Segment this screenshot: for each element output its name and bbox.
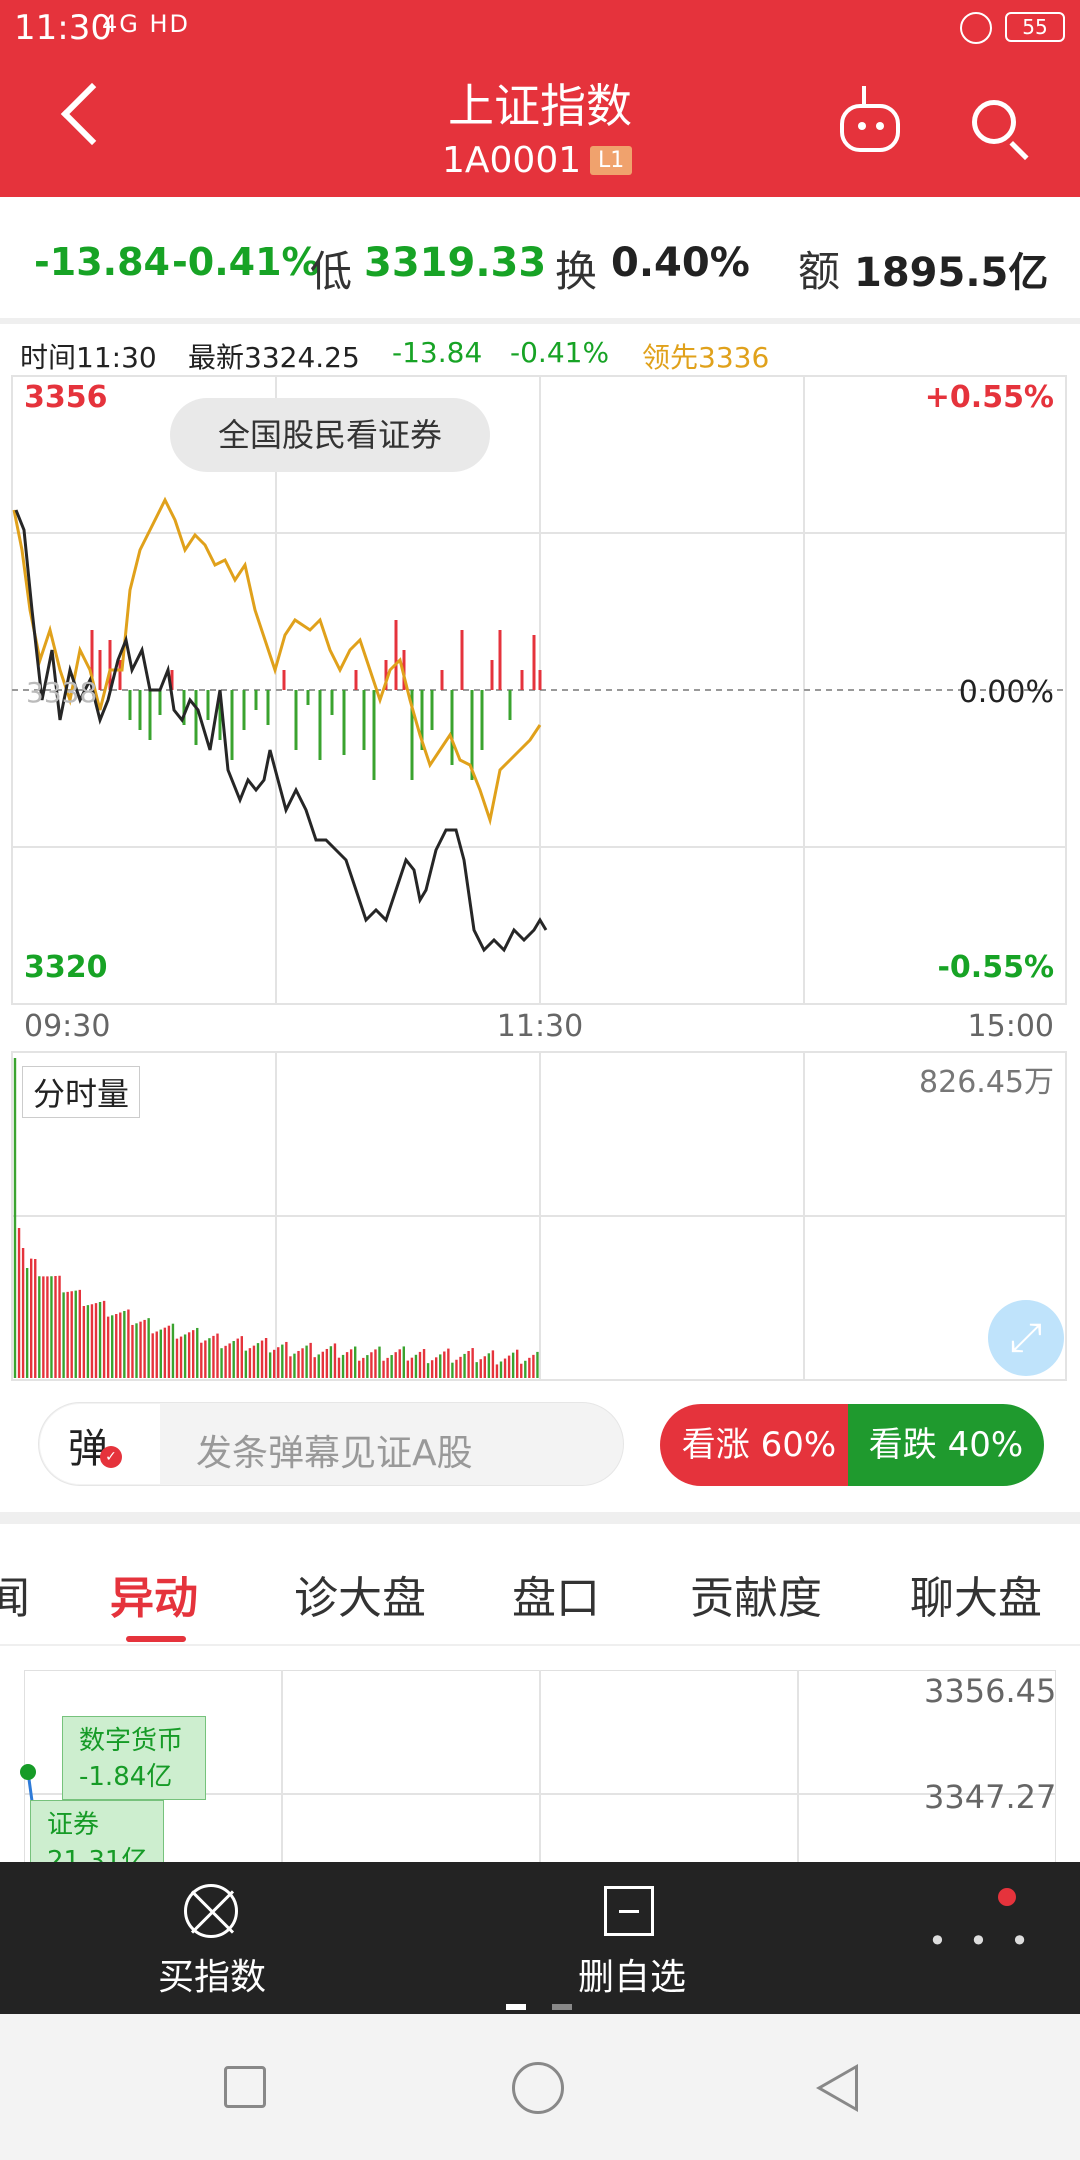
tag-name: 证券: [47, 1810, 100, 1840]
expand-icon[interactable]: ⤢: [988, 1300, 1064, 1376]
pct-mid-label: 0.00%: [959, 675, 1054, 710]
index-code: 1A0001: [442, 140, 582, 181]
lock-icon: [960, 12, 992, 44]
remove-watchlist-button[interactable]: 删自选: [578, 1948, 686, 2000]
tag-name: 数字货币: [79, 1726, 184, 1756]
quote-change: -13.84: [34, 240, 170, 284]
movement-value-mid: 3347.27: [924, 1778, 1057, 1816]
danmu-char: 弹: [68, 1426, 108, 1472]
volume-label: 分时量: [22, 1066, 141, 1118]
divider: [0, 1644, 1080, 1646]
x-label-noon: 11:30: [497, 1009, 583, 1040]
tab-movement[interactable]: 异动: [110, 1562, 198, 1626]
tab-news[interactable]: 闻: [0, 1562, 30, 1626]
lead-bars: [90, 620, 542, 780]
signal-icon: 4G HD: [102, 10, 191, 38]
divider: [0, 318, 1080, 324]
remove-watchlist-icon[interactable]: [604, 1886, 654, 1936]
pct-low-label: -0.55%: [937, 950, 1054, 985]
check-icon: ✓: [100, 1446, 122, 1468]
index-line: [14, 509, 548, 953]
tab-orderbook[interactable]: 盘口: [512, 1562, 600, 1626]
tab-discussion[interactable]: 聊大盘: [910, 1562, 1042, 1626]
more-button[interactable]: • • •: [928, 1922, 1035, 1960]
tab-contribution[interactable]: 贡献度: [690, 1562, 822, 1626]
turnover-label: 换: [555, 247, 598, 296]
low-label: 低: [310, 247, 353, 296]
search-icon[interactable]: [972, 100, 1016, 144]
amount-value: 1895.5亿: [854, 250, 1049, 296]
promo-pill[interactable]: 全国股民看证券: [170, 398, 490, 472]
volume-chart: 826.45万: [11, 1051, 1067, 1381]
robot-icon[interactable]: [840, 86, 900, 152]
quote-change-pct: -0.41%: [172, 240, 320, 284]
y-low-label: 3320: [24, 950, 108, 985]
recent-apps-icon[interactable]: [224, 2066, 266, 2108]
amount-label: 额: [798, 247, 841, 296]
battery-icon: 55: [1005, 12, 1065, 42]
info-change: -13.84: [392, 336, 483, 369]
page-indicator-active: [506, 2004, 526, 2010]
turnover-value: 0.40%: [611, 240, 750, 286]
danmu-placeholder: 发条弹幕见证A股: [196, 1433, 473, 1474]
y-mid-label: 3338: [26, 676, 97, 709]
intraday-price-chart[interactable]: 3356 3320 3338 +0.55% 0.00% -0.55% 09:30…: [0, 370, 1080, 1040]
buy-index-button[interactable]: 买指数: [158, 1948, 266, 2000]
buy-index-icon[interactable]: [184, 1884, 238, 1938]
info-change-pct: -0.41%: [510, 336, 610, 369]
pct-high-label: +0.55%: [925, 380, 1054, 415]
tag-value: -1.84亿: [79, 1762, 173, 1792]
status-time: 11:30: [14, 8, 112, 48]
page-title: 上证指数: [448, 79, 632, 133]
divider: [0, 1512, 1080, 1524]
page-indicator: [552, 2004, 572, 2010]
level-badge: L1: [590, 146, 633, 175]
x-label-open: 09:30: [24, 1009, 110, 1040]
movement-value-top: 3356.45: [924, 1672, 1057, 1710]
sector-tag-digital-currency[interactable]: 数字货币 -1.84亿: [62, 1716, 206, 1800]
bull-vote-button[interactable]: 看涨 60%: [660, 1404, 858, 1486]
active-tab-indicator: [126, 1636, 186, 1642]
low-value: 3319.33: [364, 240, 547, 286]
notification-dot: [998, 1888, 1016, 1906]
home-icon[interactable]: [512, 2062, 564, 2114]
volume-max-label: 826.45万: [919, 1065, 1054, 1100]
tab-diagnosis[interactable]: 诊大盘: [294, 1562, 426, 1626]
y-high-label: 3356: [24, 380, 108, 415]
bear-vote-button[interactable]: 看跌 40%: [848, 1404, 1044, 1486]
x-label-close: 15:00: [968, 1009, 1054, 1040]
sector-tag-securities[interactable]: 证券 21.31亿: [30, 1800, 164, 1870]
